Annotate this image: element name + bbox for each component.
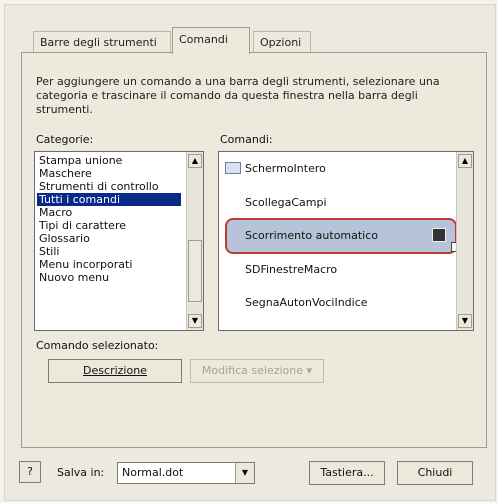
modify-selection-button: Modifica selezione ▾ [190, 359, 324, 383]
scroll-thumb[interactable] [188, 240, 202, 302]
selected-command-label: Comando selezionato: [36, 339, 159, 352]
close-button[interactable]: Chiudi [397, 461, 473, 485]
category-item[interactable]: Tipi di carattere [37, 219, 128, 232]
save-in-combobox[interactable]: Normal.dot ▼ [117, 462, 255, 484]
command-item[interactable]: ScollegaCampi [245, 186, 327, 220]
category-item[interactable]: Menu incorporati [37, 258, 134, 271]
categories-listbox[interactable]: Stampa unione Maschere Strumenti di cont… [34, 151, 204, 331]
categories-scrollbar[interactable]: ▲ ▼ [186, 152, 203, 330]
command-item[interactable]: SDFinestreMacro [245, 253, 337, 287]
save-in-label: Salva in: [57, 466, 105, 479]
category-item[interactable]: Nuovo menu [37, 271, 111, 284]
tab-options[interactable]: Opzioni [253, 31, 311, 53]
scroll-down-icon[interactable]: ▼ [458, 314, 472, 328]
tab-commands[interactable]: Comandi [172, 27, 250, 54]
category-item[interactable]: Macro [37, 206, 74, 219]
scroll-up-icon[interactable]: ▲ [188, 154, 202, 168]
scroll-up-icon[interactable]: ▲ [458, 154, 472, 168]
category-item[interactable]: Glossario [37, 232, 92, 245]
commands-panel: Per aggiungere un comando a una barra de… [21, 52, 487, 448]
command-item[interactable]: SegnaAutonVociIndice [245, 286, 368, 320]
category-item[interactable]: Stili [37, 245, 61, 258]
category-item[interactable]: Stampa unione [37, 154, 124, 167]
command-item[interactable]: SchermoIntero [245, 152, 326, 186]
category-item[interactable]: Strumenti di controllo [37, 180, 161, 193]
commands-label: Comandi: [220, 133, 273, 146]
categories-label: Categorie: [36, 133, 94, 146]
commands-scrollbar[interactable]: ▲ ▼ [456, 152, 473, 330]
scroll-down-icon[interactable]: ▼ [188, 314, 202, 328]
commands-listbox[interactable]: SchermoIntero ScollegaCampi Scorrimento … [218, 151, 474, 331]
category-item-selected[interactable]: Tutti i comandi [37, 193, 181, 206]
instructions-text: Per aggiungere un comando a una barra de… [36, 75, 440, 116]
tab-toolbars[interactable]: Barre degli strumenti [33, 31, 171, 53]
description-button[interactable]: Descrizione [48, 359, 182, 383]
command-item-highlighted[interactable]: Scorrimento automatico [245, 219, 378, 253]
help-icon[interactable]: ? [19, 461, 41, 483]
command-icon [225, 162, 241, 174]
drag-cursor-icon [432, 228, 446, 242]
chevron-down-icon[interactable]: ▼ [235, 463, 254, 483]
customize-dialog: Barre degli strumenti Comandi Opzioni Pe… [4, 4, 496, 501]
category-item[interactable]: Maschere [37, 167, 94, 180]
keyboard-button[interactable]: Tastiera... [309, 461, 385, 485]
